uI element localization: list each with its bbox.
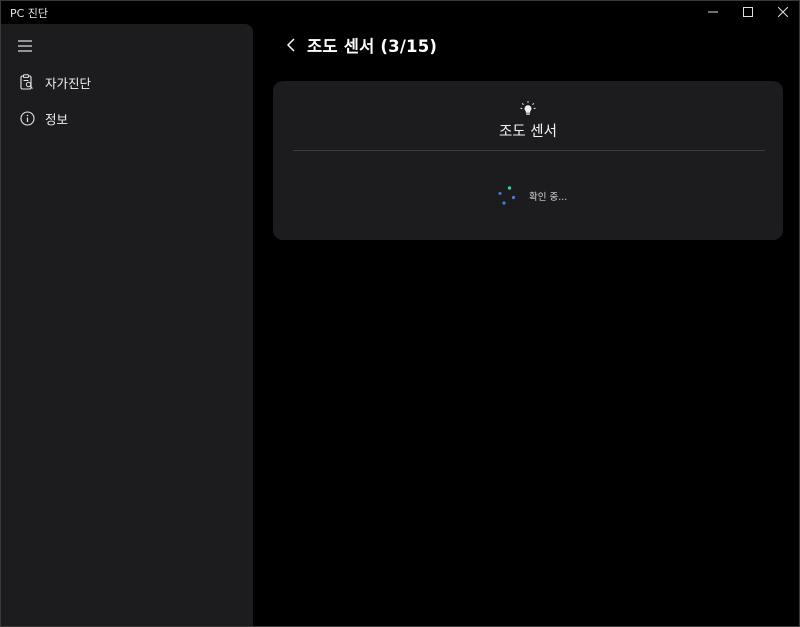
sidebar: 자가진단 정보 xyxy=(1,24,253,626)
card-title: 조도 센서 xyxy=(499,124,557,140)
divider xyxy=(293,150,765,151)
loading-spinner-icon xyxy=(498,186,516,205)
minimize-icon xyxy=(708,11,718,13)
lightbulb-icon xyxy=(520,101,536,115)
chevron-left-icon xyxy=(287,38,295,52)
minimize-button[interactable] xyxy=(693,1,733,23)
hamburger-icon xyxy=(18,40,32,52)
title-bar: PC 진단 xyxy=(1,1,799,23)
menu-toggle-button[interactable] xyxy=(11,34,39,58)
close-button[interactable] xyxy=(763,1,799,23)
sidebar-item-label: 정보 xyxy=(45,111,69,127)
status-text: 확인 중... xyxy=(529,192,568,203)
maximize-button[interactable] xyxy=(728,1,768,23)
app-window: PC 진단 자가진단 정보 조도 센서 (3/15) 조도 센서 확인 중... xyxy=(0,0,800,627)
clipboard-search-icon xyxy=(19,74,35,90)
sidebar-item-label: 자가진단 xyxy=(45,75,92,91)
page-header: 조도 센서 (3/15) xyxy=(281,31,437,59)
sensor-test-card: 조도 센서 확인 중... xyxy=(273,81,783,240)
info-icon xyxy=(19,110,35,126)
back-button[interactable] xyxy=(281,33,301,57)
sidebar-item-self-diagnosis[interactable]: 자가진단 xyxy=(7,67,247,97)
maximize-icon xyxy=(743,7,753,17)
page-title: 조도 센서 (3/15) xyxy=(307,37,438,56)
window-title: PC 진단 xyxy=(10,7,49,20)
close-icon xyxy=(778,7,788,17)
sidebar-item-info[interactable]: 정보 xyxy=(7,103,247,133)
